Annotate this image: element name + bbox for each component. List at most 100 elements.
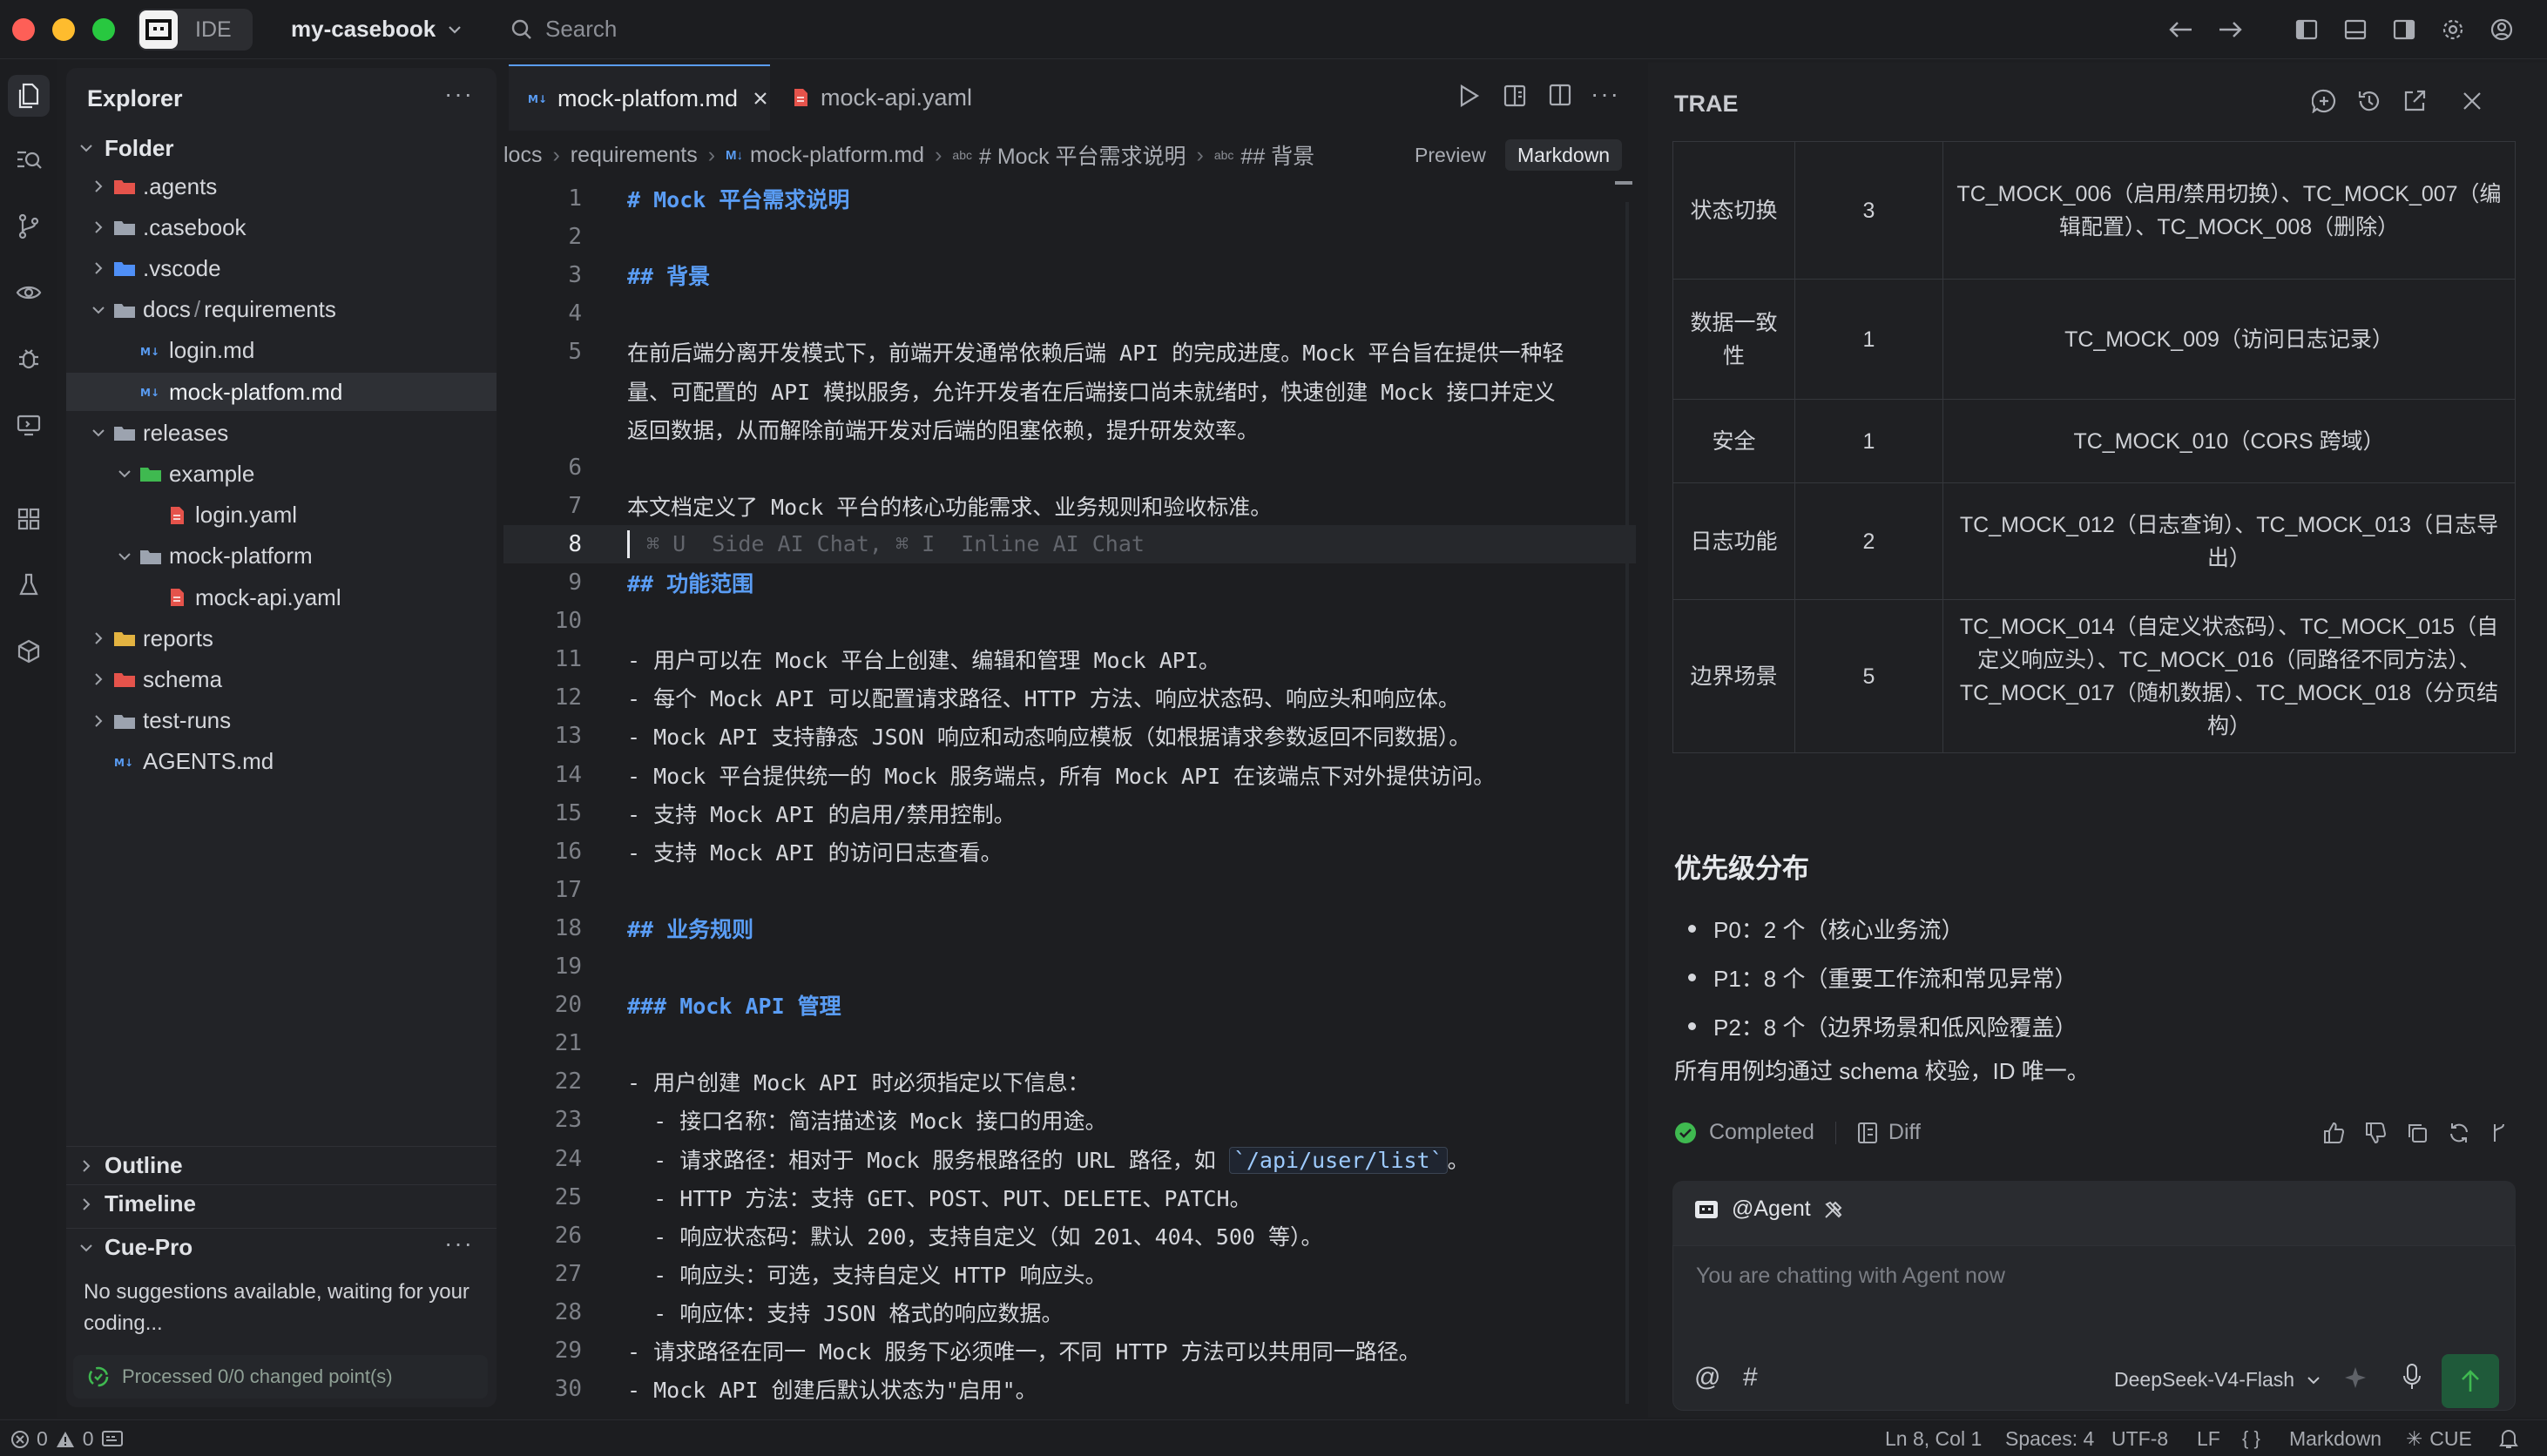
explorer-files-icon[interactable] xyxy=(8,75,50,117)
forward-arrow-icon[interactable] xyxy=(2216,16,2244,44)
cursor-position[interactable]: Ln 8, Col 1 xyxy=(1885,1427,1982,1451)
code-line[interactable]: 9 ## 功能范围 xyxy=(503,563,1636,602)
code-line[interactable]: 6 xyxy=(503,448,1636,487)
cue-pro-more-icon[interactable]: ··· xyxy=(444,1230,474,1257)
editor-more-icon[interactable]: ··· xyxy=(1591,80,1620,108)
search-code-icon[interactable] xyxy=(8,139,50,181)
tree-item[interactable]: example xyxy=(66,455,497,493)
tree-root-folder[interactable]: Folder xyxy=(66,129,497,167)
new-chat-icon[interactable] xyxy=(2312,89,2336,113)
close-window-button[interactable] xyxy=(12,18,35,41)
code-line[interactable]: 16 - 支持 Mock API 的访问日志查看。 xyxy=(503,832,1636,871)
model-selector[interactable]: DeepSeek-V4-Flash xyxy=(2114,1368,2321,1392)
tab-mock-api-yaml[interactable]: mock-api.yaml xyxy=(774,64,1026,131)
code-line[interactable]: 7 本文档定义了 Mock 平台的核心功能需求、业务规则和验收标准。 xyxy=(503,487,1636,525)
indentation[interactable]: Spaces: 4 xyxy=(2005,1427,2094,1451)
toggle-panel-icon[interactable] xyxy=(2341,16,2369,44)
split-editor-icon[interactable] xyxy=(1549,84,1571,106)
preview-mode-button[interactable]: Preview xyxy=(1402,139,1498,171)
code-line[interactable]: 28 - 响应体：支持 JSON 格式的响应数据。 xyxy=(503,1293,1636,1331)
minimap-slider[interactable] xyxy=(1615,181,1632,185)
tree-item[interactable]: mock-api.yaml xyxy=(66,578,497,617)
breadcrumb-item[interactable]: locs xyxy=(503,143,542,168)
code-line[interactable]: 量、可配置的 API 模拟服务，允许开发者在后端接口尚未就绪时，快速创建 Moc… xyxy=(503,372,1636,410)
tree-item[interactable]: docs / requirements xyxy=(66,291,497,329)
braces-icon[interactable]: { } xyxy=(2242,1427,2260,1450)
code-line[interactable]: 18 ## 业务规则 xyxy=(503,909,1636,947)
project-switcher[interactable]: my-casebook xyxy=(291,16,462,43)
settings-gear-icon[interactable] xyxy=(2439,16,2467,44)
source-control-icon[interactable] xyxy=(8,206,50,247)
code-line[interactable]: 27 - 响应头：可选，支持自定义 HTTP 响应头。 xyxy=(503,1255,1636,1293)
cue-pro-section-header[interactable]: Cue-Pro xyxy=(66,1228,497,1266)
notifications-bell-icon[interactable] xyxy=(2498,1427,2519,1450)
agent-selector[interactable]: @Agent xyxy=(1693,1196,1844,1222)
breadcrumb-item[interactable]: ## 背景 xyxy=(1240,139,1314,171)
account-icon[interactable] xyxy=(2488,16,2516,44)
microphone-icon[interactable] xyxy=(2402,1363,2422,1391)
open-external-icon[interactable] xyxy=(2402,89,2427,113)
code-line[interactable]: 30 - Mock API 创建后默认状态为"启用"。 xyxy=(503,1370,1636,1408)
tools-icon[interactable] xyxy=(1823,1199,1844,1220)
tree-item[interactable]: M↓ login.md xyxy=(66,332,497,370)
code-line[interactable]: 2 xyxy=(503,218,1636,256)
tree-item[interactable]: M↓ AGENTS.md xyxy=(66,743,497,781)
code-line[interactable]: 20 ### Mock API 管理 xyxy=(503,986,1636,1024)
file-encoding[interactable]: UTF-8 xyxy=(2111,1427,2168,1451)
tree-item[interactable]: test-runs xyxy=(66,702,497,740)
preview-eye-icon[interactable] xyxy=(8,272,50,313)
testing-flask-icon[interactable] xyxy=(8,564,50,606)
hash-context-icon[interactable]: # xyxy=(1743,1363,1758,1392)
editor-scrollbar[interactable] xyxy=(1625,202,1629,1404)
extensions-icon[interactable] xyxy=(8,498,50,540)
breadcrumb-item[interactable]: mock-platform.md xyxy=(750,143,924,168)
minimize-window-button[interactable] xyxy=(52,18,75,41)
code-line[interactable]: 14 - Mock 平台提供统一的 Mock 服务端点，所有 Mock API 在… xyxy=(503,756,1636,794)
close-tab-icon[interactable] xyxy=(753,91,767,105)
chat-input[interactable]: You are chatting with Agent now @ # Deep… xyxy=(1672,1245,2516,1411)
outline-section-header[interactable]: Outline xyxy=(66,1146,497,1184)
code-line[interactable]: 返回数据，从而解除前端开发对后端的阻塞依赖，提升研发效率。 xyxy=(503,410,1636,448)
explorer-more-icon[interactable]: ··· xyxy=(444,80,474,108)
code-line[interactable]: 22 - 用户创建 Mock API 时必须指定以下信息： xyxy=(503,1062,1636,1101)
code-line[interactable]: 26 - 响应状态码：默认 200，支持自定义（如 201、404、500 等）… xyxy=(503,1217,1636,1255)
mention-at-icon[interactable]: @ xyxy=(1694,1363,1720,1392)
code-line[interactable]: 17 xyxy=(503,871,1636,909)
code-line[interactable]: 8 ⌘ U Side AI Chat, ⌘ I Inline AI Chat xyxy=(503,524,1636,563)
code-line[interactable]: 24 - 请求路径：相对于 Mock 服务根路径的 URL 路径，如 `/api… xyxy=(503,1140,1636,1178)
tree-item[interactable]: .vscode xyxy=(66,249,497,287)
close-panel-icon[interactable] xyxy=(2462,91,2483,111)
code-line[interactable]: 1 # Mock 平台需求说明 xyxy=(503,179,1636,218)
package-box-icon[interactable] xyxy=(8,630,50,672)
code-line[interactable]: 12 - 每个 Mock API 可以配置请求路径、HTTP 方法、响应状态码、响… xyxy=(503,678,1636,717)
toggle-aux-sidebar-icon[interactable] xyxy=(2390,16,2418,44)
code-line[interactable]: 3 ## 背景 xyxy=(503,256,1636,294)
tab-mock-platfom-md[interactable]: M↓ mock-platfom.md xyxy=(509,64,770,131)
run-play-icon[interactable] xyxy=(1458,84,1481,108)
toggle-sidebar-icon[interactable] xyxy=(2293,16,2321,44)
send-button[interactable] xyxy=(2442,1354,2499,1408)
back-arrow-icon[interactable] xyxy=(2167,16,2195,44)
code-line[interactable]: 5 在前后端分离开发模式下，前端开发通常依赖后端 API 的完成进度。Mock 平… xyxy=(503,333,1636,371)
markdown-mode-button[interactable]: Markdown xyxy=(1505,139,1623,171)
tree-item[interactable]: .agents xyxy=(66,167,497,206)
code-line[interactable]: 29 - 请求路径在同一 Mock 服务下必须唯一，不同 HTTP 方法可以共用同… xyxy=(503,1331,1636,1370)
tree-item[interactable]: .casebook xyxy=(66,208,497,246)
breadcrumb-item[interactable]: # Mock 平台需求说明 xyxy=(979,139,1186,171)
language-mode[interactable]: Markdown xyxy=(2289,1427,2381,1451)
zoom-window-button[interactable] xyxy=(92,18,115,41)
code-line[interactable]: 11 - 用户可以在 Mock 平台上创建、编辑和管理 Mock API。 xyxy=(503,640,1636,678)
line-ending[interactable]: LF xyxy=(2197,1427,2220,1451)
code-line[interactable]: 23 - 接口名称：简洁描述该 Mock 接口的用途。 xyxy=(503,1101,1636,1139)
remote-explorer-icon[interactable] xyxy=(8,404,50,446)
code-line[interactable]: 21 xyxy=(503,1024,1636,1062)
code-line[interactable]: 19 xyxy=(503,947,1636,986)
code-line[interactable]: 25 - HTTP 方法：支持 GET、POST、PUT、DELETE、PATC… xyxy=(503,1178,1636,1217)
code-line[interactable]: 4 xyxy=(503,294,1636,333)
sparkle-enhance-icon[interactable] xyxy=(2342,1365,2368,1391)
ide-badge[interactable]: IDE xyxy=(138,9,253,51)
tree-item[interactable]: login.yaml xyxy=(66,496,497,535)
history-icon[interactable] xyxy=(2357,89,2381,113)
code-line[interactable]: 10 xyxy=(503,602,1636,640)
open-preview-icon[interactable] xyxy=(1503,84,1528,108)
